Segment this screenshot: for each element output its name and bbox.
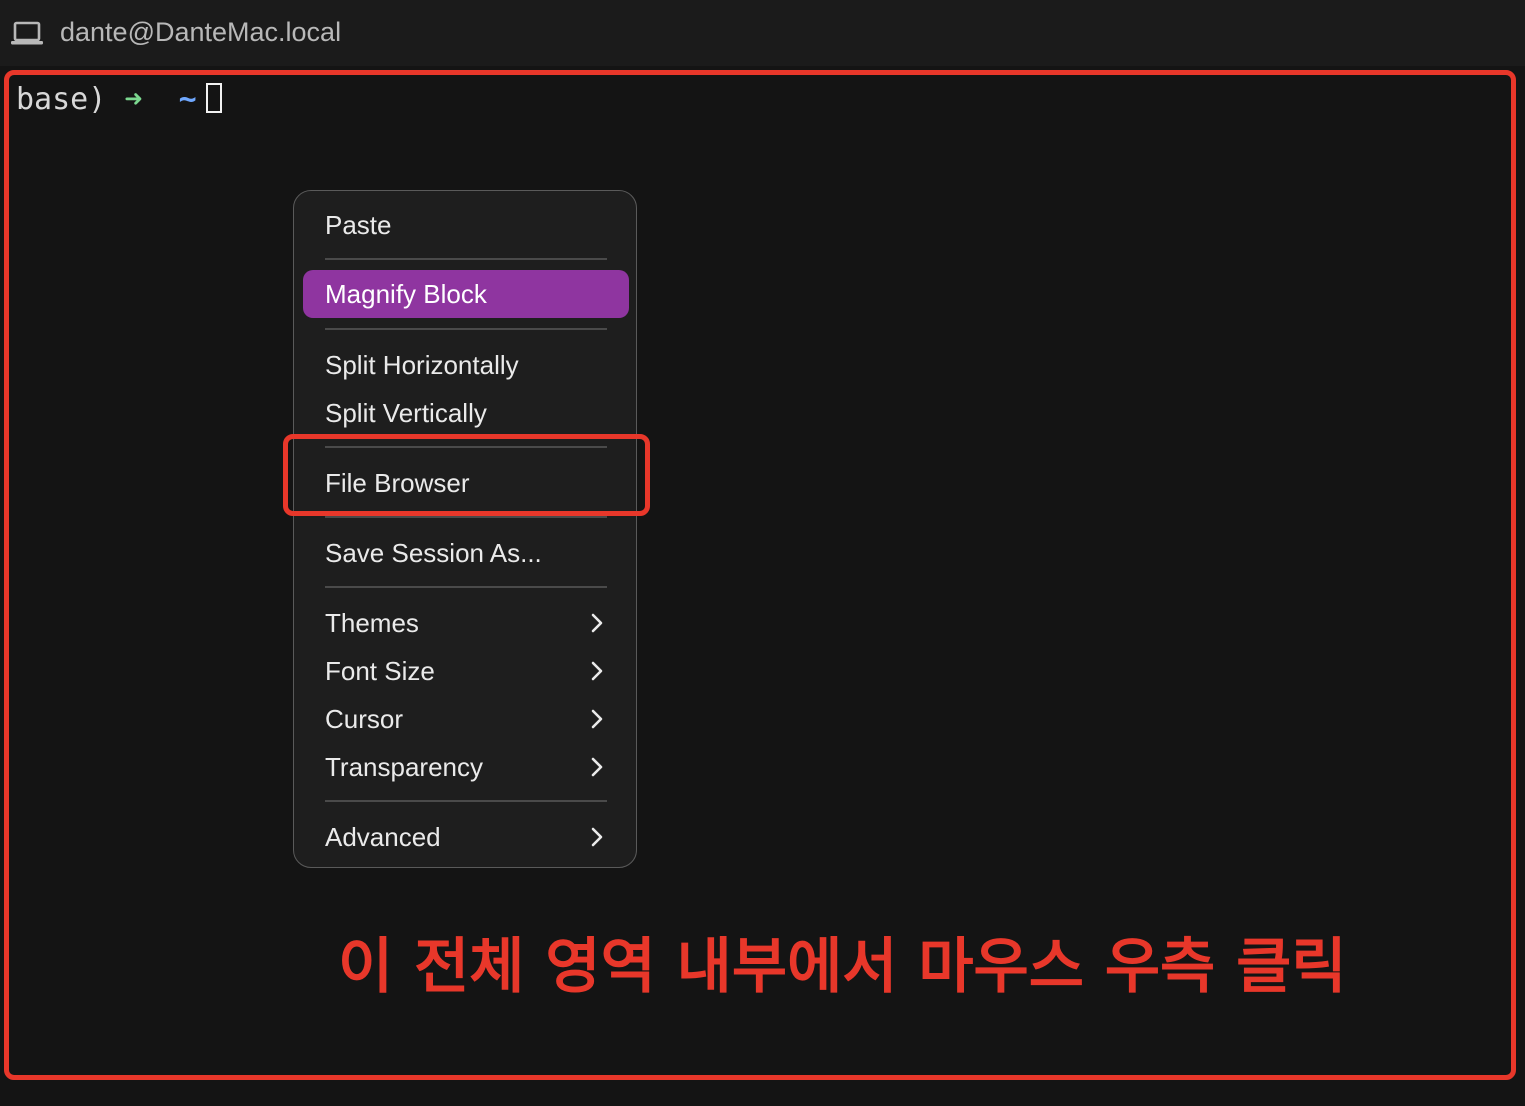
menu-item-advanced[interactable]: Advanced (303, 813, 629, 861)
menu-separator (325, 258, 607, 260)
menu-item-magnify-block[interactable]: Magnify Block (303, 270, 629, 318)
menu-item-label: Font Size (325, 656, 435, 686)
chevron-right-icon (591, 757, 603, 777)
menu-item-split-horizontally[interactable]: Split Horizontally (303, 341, 629, 389)
laptop-icon (11, 21, 43, 45)
menu-item-label: Paste (325, 210, 392, 240)
chevron-right-icon (591, 613, 603, 633)
menu-item-label: Themes (325, 608, 419, 638)
menu-separator (325, 328, 607, 330)
menu-item-label: Split Horizontally (325, 350, 519, 380)
menu-item-label: Save Session As... (325, 538, 542, 568)
menu-item-paste[interactable]: Paste (303, 201, 629, 249)
chevron-right-icon (591, 661, 603, 681)
menu-separator (325, 516, 607, 518)
text-cursor (206, 83, 222, 113)
title-bar: dante@DanteMac.local (0, 0, 1525, 66)
context-menu: Paste Magnify Block Split Horizontally S… (293, 190, 637, 868)
menu-item-transparency[interactable]: Transparency (303, 743, 629, 791)
terminal-window: dante@DanteMac.local base) ➜ ~ Paste Mag… (0, 0, 1525, 1106)
menu-item-label: Cursor (325, 704, 404, 734)
prompt-directory: ~ (178, 82, 197, 117)
shell-prompt: base) ➜ ~ (16, 80, 197, 120)
menu-item-label: Advanced (325, 822, 441, 852)
chevron-right-icon (591, 709, 603, 729)
menu-separator (325, 800, 607, 802)
menu-item-label: File Browser (325, 468, 470, 498)
menu-item-label: Split Vertically (325, 398, 487, 428)
menu-separator (325, 586, 607, 588)
menu-item-label: Magnify Block (325, 279, 487, 309)
menu-item-themes[interactable]: Themes (303, 599, 629, 647)
window-title: dante@DanteMac.local (60, 17, 342, 47)
menu-separator (325, 446, 607, 448)
menu-item-cursor[interactable]: Cursor (303, 695, 629, 743)
prompt-arrow-icon: ➜ (124, 82, 143, 117)
menu-item-font-size[interactable]: Font Size (303, 647, 629, 695)
menu-item-split-vertically[interactable]: Split Vertically (303, 389, 629, 437)
menu-item-save-session-as[interactable]: Save Session As... (303, 529, 629, 577)
menu-item-label: Transparency (325, 752, 483, 782)
prompt-env: base) (16, 82, 107, 117)
annotation-instruction-text: 이 전체 영역 내부에서 마우스 우측 클릭 (338, 932, 1347, 1002)
chevron-right-icon (591, 827, 603, 847)
menu-item-file-browser[interactable]: File Browser (303, 459, 629, 507)
